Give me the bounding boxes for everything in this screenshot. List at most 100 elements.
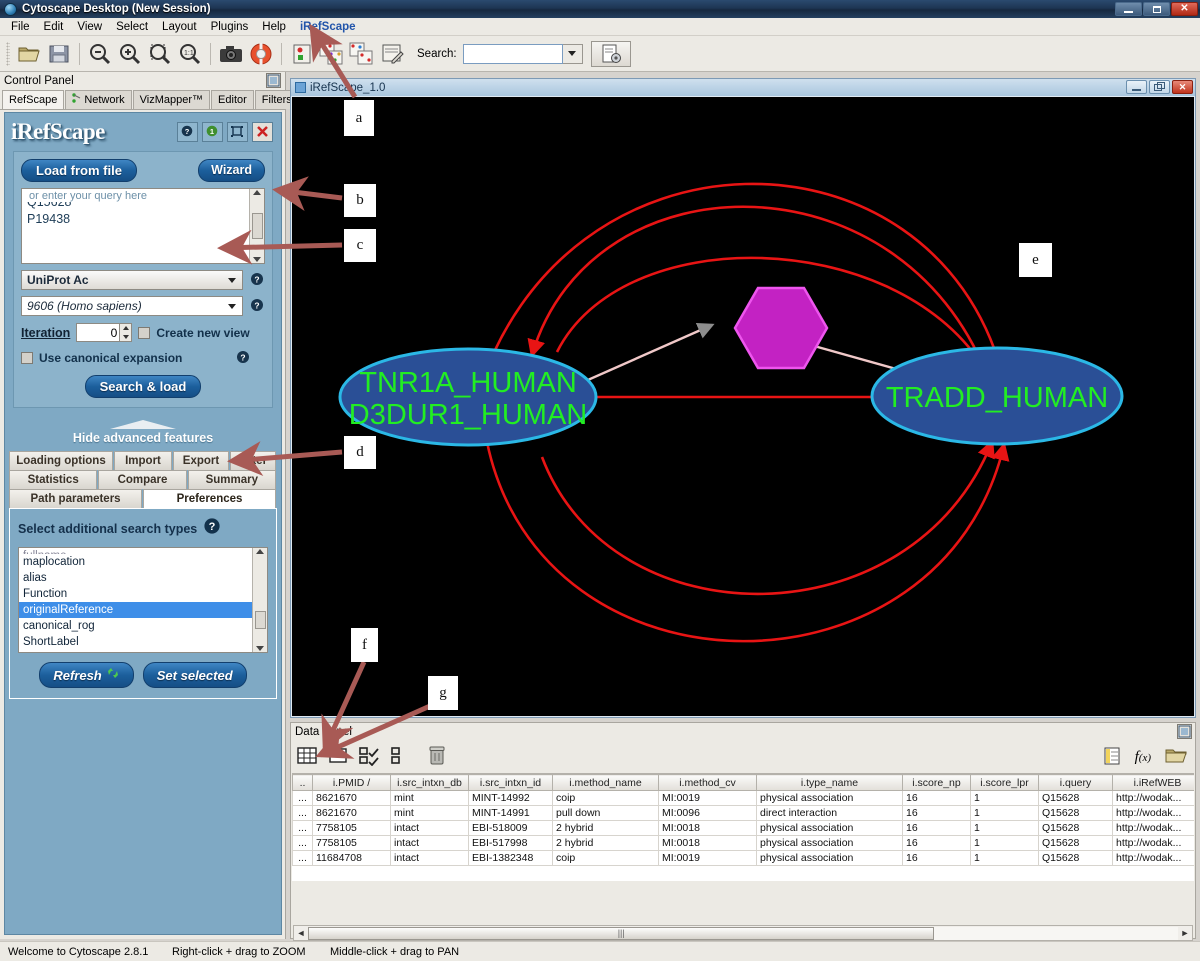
tab-filter[interactable]: Filter (230, 451, 276, 470)
menu-irefscape[interactable]: iRefScape (293, 19, 363, 35)
tab-preferences[interactable]: Preferences (143, 489, 276, 508)
tab-compare[interactable]: Compare (98, 470, 187, 489)
col-header-pmid[interactable]: i.PMID / (312, 774, 391, 791)
cell-irefweb[interactable]: http://wodak... (1112, 790, 1194, 806)
tab-summary[interactable]: Summary (187, 470, 276, 489)
table-row[interactable]: ... 8621670 mint MINT-14992 coip MI:0019… (292, 790, 1194, 806)
canonical-help-icon[interactable]: ? (235, 350, 251, 366)
hide-advanced-features-toggle[interactable]: Hide advanced features (5, 420, 281, 445)
scroll-thumb[interactable] (251, 213, 263, 239)
create-new-view-checkbox[interactable] (138, 326, 151, 339)
zoom-out-icon[interactable] (85, 39, 115, 69)
column-list-icon[interactable] (390, 746, 404, 769)
network-restore-button[interactable] (1149, 80, 1170, 94)
menu-file[interactable]: File (4, 19, 37, 35)
delete-icon[interactable] (427, 745, 447, 770)
close-icon[interactable] (252, 122, 273, 142)
list-item[interactable]: canonical_rog (19, 618, 252, 634)
tab-import[interactable]: Import (114, 451, 172, 470)
close-button[interactable]: ✕ (1171, 2, 1198, 16)
list-item[interactable]: ROGID (19, 650, 252, 652)
table-horizontal-scrollbar[interactable]: ◄ ||| ► (293, 925, 1193, 941)
search-types-listbox[interactable]: fullname maplocation alias Function orig… (18, 547, 268, 653)
id-type-select[interactable]: UniProt Ac (21, 270, 243, 290)
list-item[interactable]: ShortLabel (19, 634, 252, 650)
organism-help-icon[interactable]: ? (249, 298, 265, 314)
open-folder-icon[interactable] (14, 39, 44, 69)
network-close-button[interactable]: ✕ (1172, 80, 1193, 94)
edit-network-icon[interactable] (377, 39, 407, 69)
scroll-right-icon[interactable]: ► (1178, 928, 1192, 938)
scroll-left-icon[interactable]: ◄ (294, 928, 308, 938)
col-header-type-name[interactable]: i.type_name (756, 774, 903, 791)
iteration-value[interactable]: 0 (76, 323, 121, 342)
cell-select[interactable]: ... (292, 790, 313, 806)
search-types-scrollbar[interactable] (252, 548, 267, 652)
tab-vizmapper[interactable]: VizMapper™ (132, 90, 211, 109)
checkbox-list-icon[interactable] (359, 746, 381, 769)
id-type-help-icon[interactable]: ? (249, 272, 265, 288)
menu-view[interactable]: View (70, 19, 109, 35)
tab-export[interactable]: Export (173, 451, 229, 470)
destroy-network-icon[interactable] (317, 39, 347, 69)
col-header-score-lpr[interactable]: i.score_lpr (970, 774, 1039, 791)
network-canvas[interactable]: TNR1A_HUMAN D3DUR1_HUMAN TRADD_HUMAN (292, 97, 1194, 716)
list-item-selected[interactable]: originalReference (19, 602, 252, 618)
tab-statistics[interactable]: Statistics (9, 470, 98, 489)
new-network-icon[interactable] (287, 39, 317, 69)
tab-loading-options[interactable]: Loading options (9, 451, 113, 470)
organism-select[interactable]: 9606 (Homo sapiens) (21, 296, 243, 316)
menu-edit[interactable]: Edit (37, 19, 71, 35)
cell-irefweb[interactable]: http://wodak... (1112, 835, 1194, 851)
table-row[interactable]: ... 7758105 intact EBI-517998 2 hybrid M… (292, 835, 1194, 851)
scroll-down-icon[interactable] (256, 646, 264, 651)
select-all-columns-icon[interactable] (297, 746, 319, 769)
set-selected-button[interactable]: Set selected (142, 662, 247, 688)
col-header-method-cv[interactable]: i.method_cv (658, 774, 757, 791)
search-and-load-button[interactable]: Search & load (84, 375, 202, 398)
help-icon[interactable]: ? (177, 122, 198, 142)
cell-select[interactable]: ... (292, 850, 313, 866)
refresh-button[interactable]: Refresh (39, 662, 134, 688)
network-graph[interactable]: TNR1A_HUMAN D3DUR1_HUMAN TRADD_HUMAN (292, 97, 1194, 716)
scroll-up-icon[interactable] (253, 190, 261, 195)
col-header-method-name[interactable]: i.method_name (552, 774, 659, 791)
zoom-actual-icon[interactable]: 1:1 (175, 39, 205, 69)
open-folder-icon[interactable] (1165, 746, 1187, 768)
menu-layout[interactable]: Layout (155, 19, 204, 35)
table-row[interactable]: ... 11684708 intact EBI-1382348 coip MI:… (292, 850, 1194, 866)
table-row[interactable]: ... 7758105 intact EBI-518009 2 hybrid M… (292, 820, 1194, 836)
tab-refscape[interactable]: RefScape (2, 90, 65, 109)
cell-irefweb[interactable]: http://wodak... (1112, 820, 1194, 836)
zoom-in-icon[interactable] (115, 39, 145, 69)
menu-help[interactable]: Help (255, 19, 293, 35)
iteration-spin-buttons[interactable] (120, 323, 133, 342)
menu-plugins[interactable]: Plugins (204, 19, 256, 35)
table-import-icon[interactable] (1103, 746, 1121, 769)
col-header-select[interactable]: .. (292, 774, 313, 791)
scroll-down-icon[interactable] (253, 257, 261, 262)
load-from-file-button[interactable]: Load from file (21, 159, 137, 182)
table-row[interactable]: ... 8621670 mint MINT-14991 pull down MI… (292, 805, 1194, 821)
question-icon[interactable]: ? (203, 517, 223, 540)
col-header-score-np[interactable]: i.score_np (902, 774, 971, 791)
search-dropdown-button[interactable] (562, 43, 583, 64)
scroll-thumb[interactable] (254, 611, 266, 629)
info-icon[interactable]: 1 (202, 122, 223, 142)
query-textarea[interactable]: or enter your query here Q15628 P19438 (21, 188, 265, 264)
search-input[interactable] (462, 43, 563, 64)
cell-irefweb[interactable]: http://wodak... (1112, 850, 1194, 866)
minimize-button[interactable] (1115, 2, 1142, 16)
scroll-track[interactable]: ||| (308, 926, 1178, 940)
node-tradd-human[interactable]: TRADD_HUMAN (870, 346, 1124, 446)
save-icon[interactable] (44, 39, 74, 69)
cell-select[interactable]: ... (292, 835, 313, 851)
use-canonical-expansion-checkbox[interactable] (21, 352, 33, 364)
float-panel-icon[interactable] (1177, 724, 1192, 739)
maximize-button[interactable] (1143, 2, 1170, 16)
spin-up-icon[interactable] (120, 324, 132, 333)
network-minimize-button[interactable] (1126, 80, 1147, 94)
attribute-table-wrapper[interactable]: .. i.PMID / i.src_intxn_db i.src_intxn_i… (292, 773, 1194, 881)
node-hexagon[interactable] (733, 286, 829, 370)
float-panel-icon[interactable] (266, 73, 281, 88)
